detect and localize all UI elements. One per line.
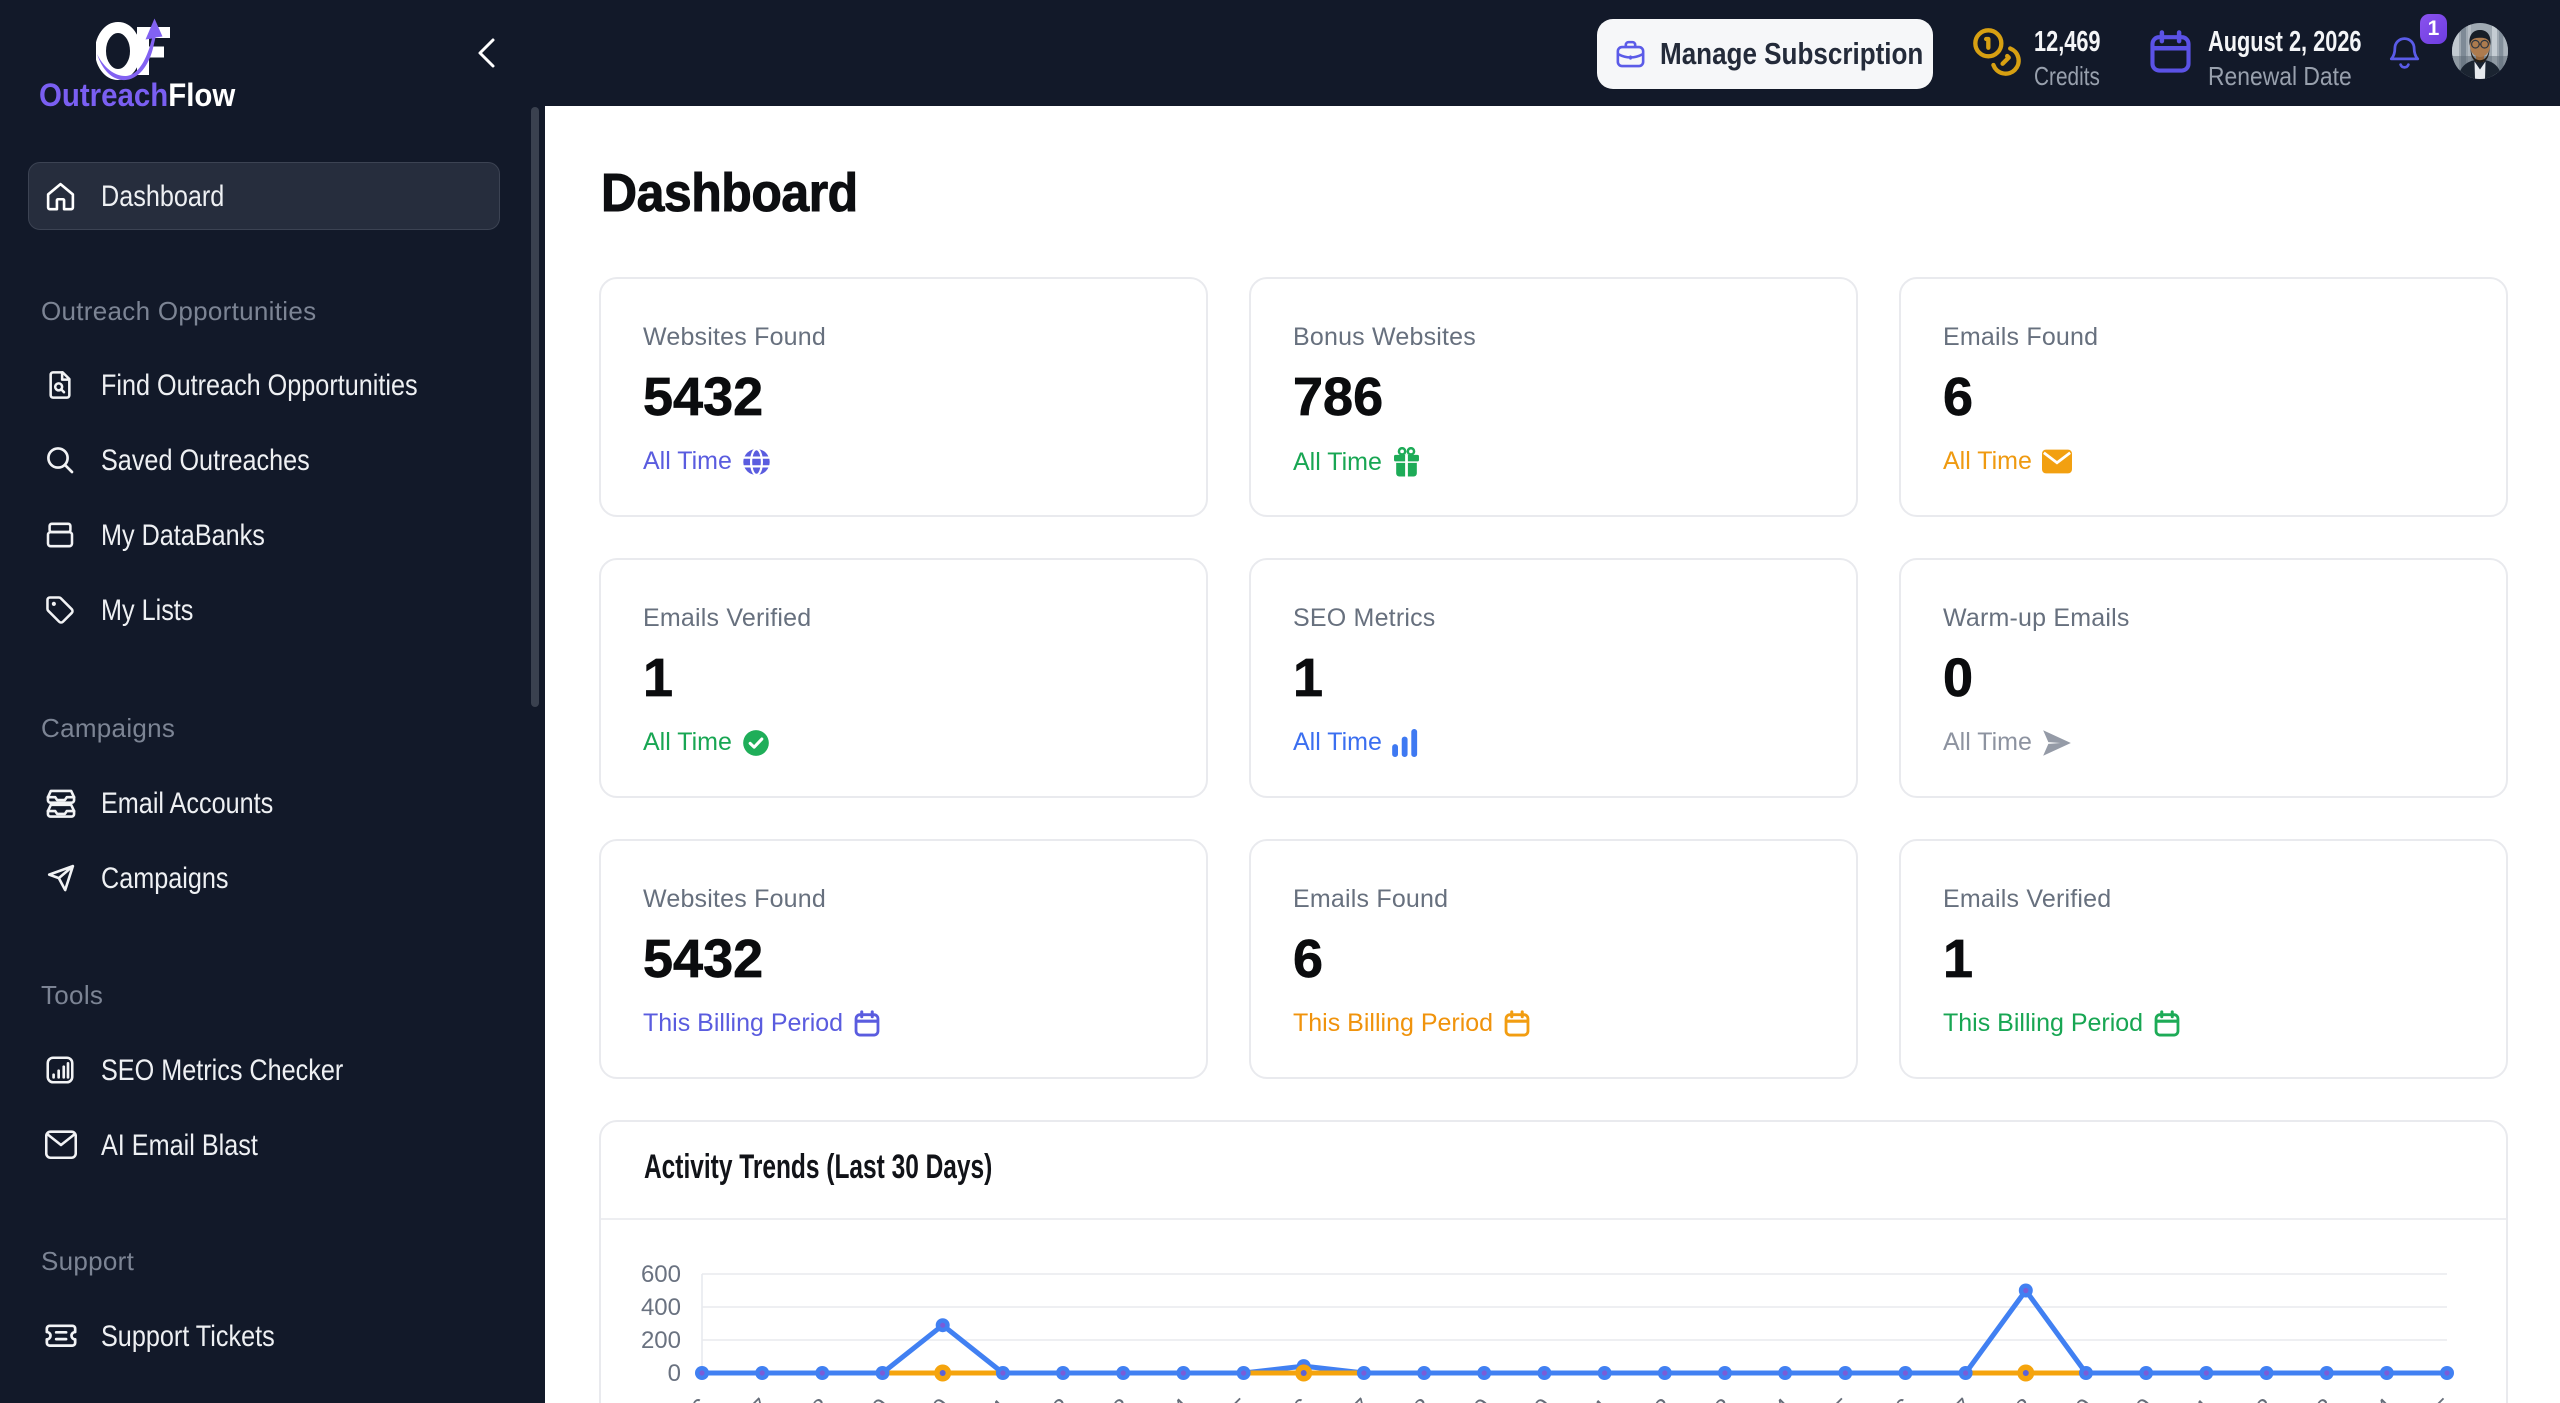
svg-text:Jul 7: Jul 7 <box>1924 1393 1979 1403</box>
svg-text:Jul 14: Jul 14 <box>2336 1393 2400 1403</box>
svg-text:Jul 8: Jul 8 <box>1984 1393 2039 1403</box>
svg-text:Jul 11: Jul 11 <box>2156 1393 2219 1403</box>
svg-text:Jun 27: Jun 27 <box>1307 1393 1377 1403</box>
svg-text:Jul 2: Jul 2 <box>1623 1393 1678 1403</box>
svg-text:Jun 20: Jun 20 <box>886 1393 956 1403</box>
svg-text:Jul 15: Jul 15 <box>2396 1393 2460 1403</box>
svg-text:Jun 21: Jun 21 <box>946 1393 1016 1403</box>
svg-text:Jul 10: Jul 10 <box>2095 1393 2159 1403</box>
svg-text:Jul 9: Jul 9 <box>2044 1393 2099 1403</box>
svg-text:Jun 18: Jun 18 <box>765 1393 835 1403</box>
svg-text:Jun 29: Jun 29 <box>1427 1393 1497 1403</box>
svg-text:400: 400 <box>641 1294 681 1321</box>
svg-text:Jun 25: Jun 25 <box>1187 1393 1257 1403</box>
svg-text:Jul 3: Jul 3 <box>1683 1393 1738 1403</box>
svg-text:Jul 6: Jul 6 <box>1864 1393 1919 1403</box>
svg-text:Jun 30: Jun 30 <box>1488 1393 1558 1403</box>
svg-text:Jun 26: Jun 26 <box>1247 1393 1317 1403</box>
svg-text:Jun 28: Jun 28 <box>1367 1393 1437 1403</box>
svg-text:Jun 23: Jun 23 <box>1066 1393 1136 1403</box>
svg-text:Jun 19: Jun 19 <box>826 1393 896 1403</box>
svg-text:Jul 4: Jul 4 <box>1743 1393 1798 1403</box>
svg-text:Jul 1: Jul 1 <box>1563 1393 1618 1403</box>
svg-text:Jul 13: Jul 13 <box>2276 1393 2340 1403</box>
svg-text:0: 0 <box>668 1360 681 1387</box>
svg-text:200: 200 <box>641 1327 681 1354</box>
svg-text:Jun 24: Jun 24 <box>1127 1393 1197 1403</box>
svg-text:Jul 5: Jul 5 <box>1804 1393 1859 1403</box>
svg-text:600: 600 <box>641 1261 681 1288</box>
svg-text:Jul 12: Jul 12 <box>2215 1393 2279 1403</box>
svg-text:Jun 22: Jun 22 <box>1006 1393 1076 1403</box>
svg-text:Jun 17: Jun 17 <box>705 1393 775 1403</box>
svg-text:Jun 16: Jun 16 <box>645 1393 715 1403</box>
